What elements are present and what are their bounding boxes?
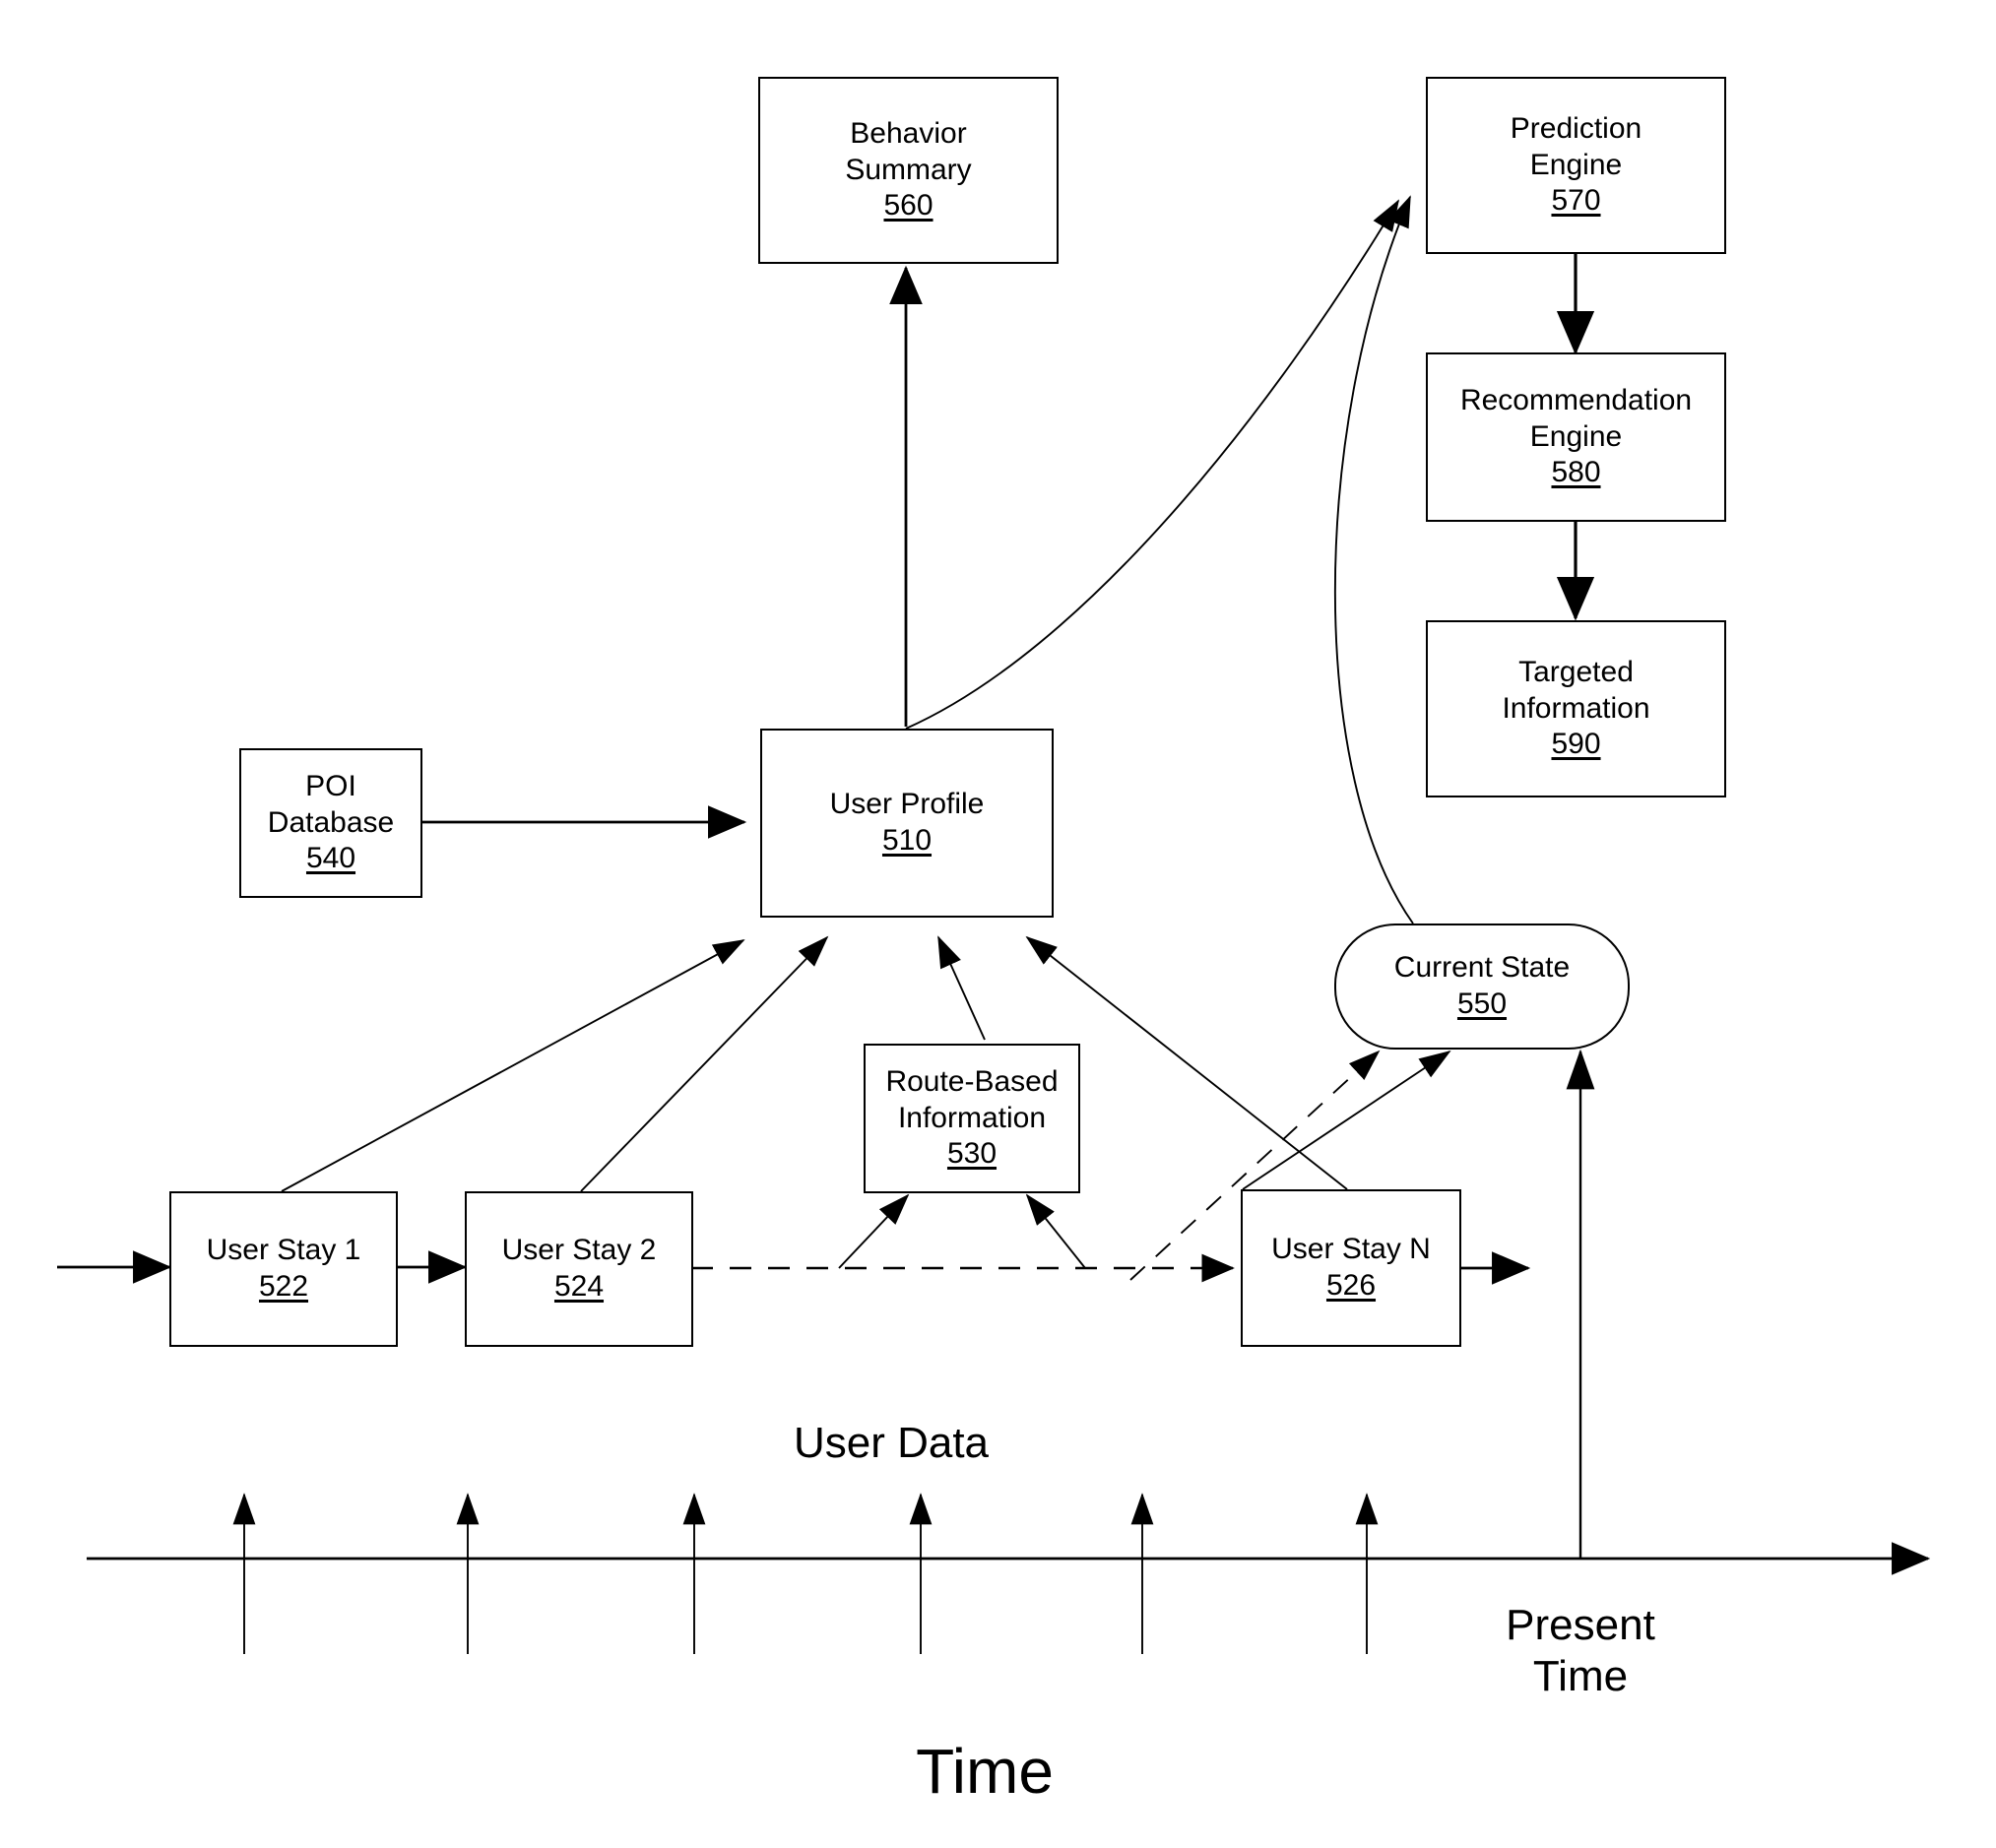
poi-database-title-2: Database xyxy=(267,805,395,839)
user-profile-ref: 510 xyxy=(881,824,933,857)
present-time-line-2: Time xyxy=(1532,1651,1629,1700)
route-based-information-box[interactable]: Route-Based Information 530 xyxy=(864,1044,1080,1193)
behavior-summary-title-1: Behavior xyxy=(850,117,967,151)
current-state-title-1: Current State xyxy=(1393,951,1571,985)
user-data-label-text: User Data xyxy=(793,1419,990,1467)
prediction-engine-ref: 570 xyxy=(1551,184,1601,218)
targeted-information-title-1: Targeted xyxy=(1518,656,1634,689)
present-time-label: Present Time xyxy=(1408,1600,1753,1702)
targeted-information-title-2: Information xyxy=(1502,691,1650,725)
edge-route-to-user-profile xyxy=(937,935,986,1041)
user-stay-1-title: User Stay 1 xyxy=(206,1234,361,1267)
recommendation-engine-title-1: Recommendation xyxy=(1459,384,1693,417)
user-profile-box[interactable]: User Profile 510 xyxy=(760,729,1054,918)
route-based-title-2: Information xyxy=(897,1101,1047,1134)
time-axis-label: Time xyxy=(768,1735,1201,1810)
targeted-information-box[interactable]: Targeted Information 590 xyxy=(1426,620,1726,797)
current-state-ref: 550 xyxy=(1456,988,1508,1020)
user-stay-1-ref: 522 xyxy=(258,1270,309,1303)
current-state-box[interactable]: Current State 550 xyxy=(1334,924,1630,1050)
recommendation-engine-title-2: Engine xyxy=(1529,419,1623,453)
user-stay-2-ref: 524 xyxy=(553,1270,605,1303)
edge-stay2-to-user-profile xyxy=(580,935,829,1192)
user-data-label: User Data xyxy=(625,1418,1157,1469)
poi-database-title-1: POI xyxy=(305,770,356,803)
edge-stay2-to-route-based xyxy=(838,1193,910,1269)
edge-stayn-to-current-state xyxy=(1242,1050,1451,1190)
behavior-summary-ref: 560 xyxy=(883,189,934,223)
diagram-connectors xyxy=(57,195,1931,1654)
route-based-ref: 530 xyxy=(946,1137,998,1171)
edge-stay1-to-user-profile xyxy=(281,939,745,1192)
recommendation-engine-box[interactable]: Recommendation Engine 580 xyxy=(1426,352,1726,522)
poi-database-box[interactable]: POI Database 540 xyxy=(239,748,422,898)
prediction-engine-box[interactable]: Prediction Engine 570 xyxy=(1426,77,1726,254)
user-profile-title-1: User Profile xyxy=(829,788,985,821)
poi-database-ref: 540 xyxy=(305,842,356,875)
user-stay-n-title: User Stay N xyxy=(1271,1233,1431,1266)
behavior-summary-box[interactable]: Behavior Summary 560 xyxy=(758,77,1059,264)
targeted-information-ref: 590 xyxy=(1551,728,1601,761)
recommendation-engine-ref: 580 xyxy=(1551,456,1601,489)
user-stay-n-box[interactable]: User Stay N 526 xyxy=(1241,1189,1461,1347)
prediction-engine-title-2: Engine xyxy=(1529,148,1623,181)
user-stay-1-box[interactable]: User Stay 1 522 xyxy=(169,1191,398,1347)
present-time-line-1: Present xyxy=(1506,1601,1655,1649)
user-stay-2-title: User Stay 2 xyxy=(501,1234,657,1267)
edge-stayn-to-route-based xyxy=(1025,1193,1086,1269)
user-stay-n-ref: 526 xyxy=(1325,1269,1377,1302)
user-stay-2-box[interactable]: User Stay 2 524 xyxy=(465,1191,693,1347)
route-based-title-1: Route-Based xyxy=(885,1065,1059,1099)
behavior-summary-title-2: Summary xyxy=(845,153,972,186)
edge-current-state-to-prediction-engine xyxy=(1333,195,1414,924)
prediction-engine-title-1: Prediction xyxy=(1510,112,1642,146)
edge-user-profile-to-prediction-engine xyxy=(905,199,1399,730)
time-axis-label-text: Time xyxy=(916,1736,1054,1807)
diagram-canvas: Behavior Summary 560 Prediction Engine 5… xyxy=(0,0,1996,1848)
